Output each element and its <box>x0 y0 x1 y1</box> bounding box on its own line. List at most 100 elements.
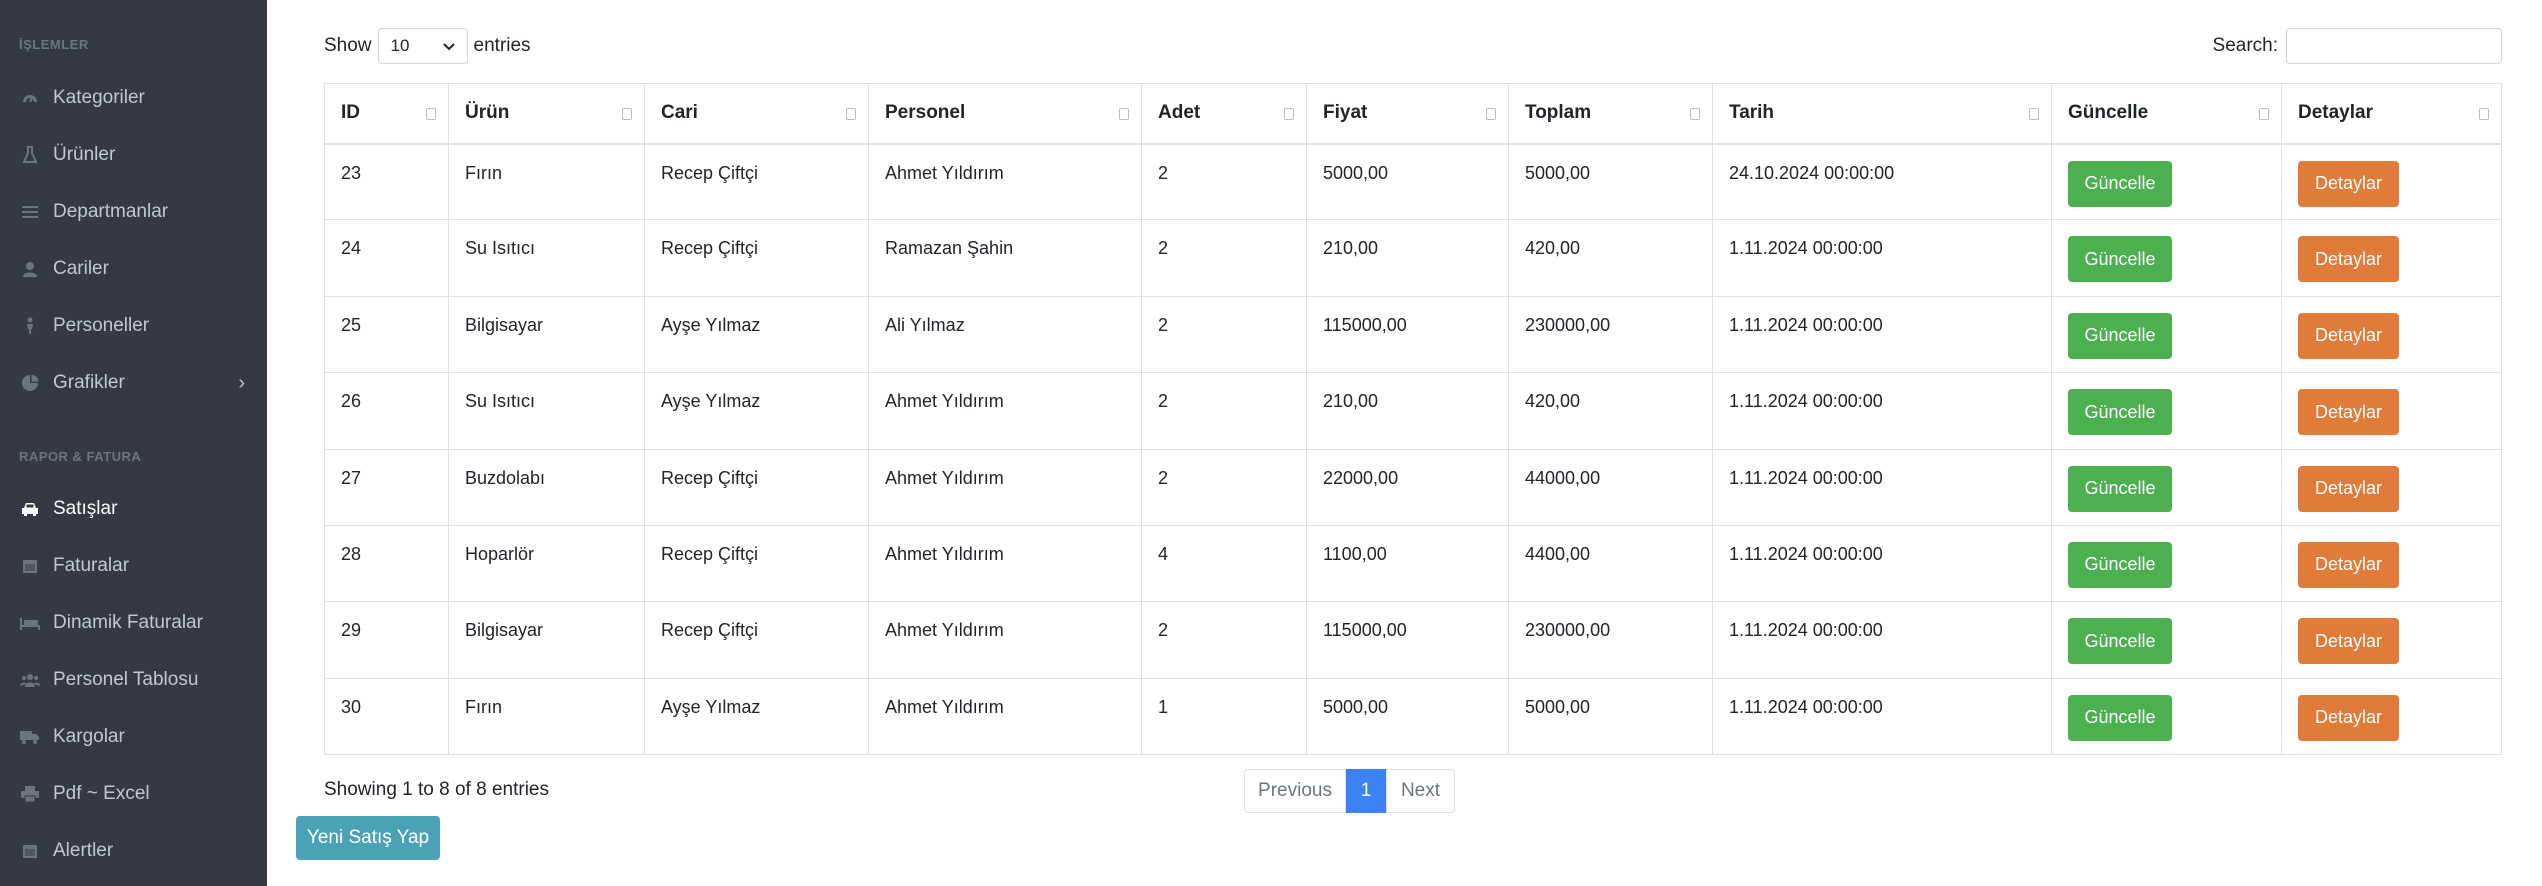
cell-detaylar: Detaylar <box>2281 601 2502 679</box>
sidebar-item-departmanlar[interactable]: Departmanlar <box>0 187 267 237</box>
dashboard-icon <box>19 87 41 109</box>
cell-detaylar: Detaylar <box>2281 448 2502 526</box>
search-input[interactable] <box>2286 28 2502 64</box>
details-button[interactable]: Detaylar <box>2298 465 2399 512</box>
sort-icon <box>2029 108 2039 120</box>
sort-icon <box>1284 108 1294 120</box>
cell-cari: Recep Çiftçi <box>644 448 869 526</box>
person-icon <box>19 315 41 337</box>
sort-icon <box>2259 108 2269 120</box>
column-header-urun[interactable]: Ürün <box>448 83 645 145</box>
details-button[interactable]: Detaylar <box>2298 541 2399 588</box>
cell-guncelle: Güncelle <box>2051 142 2282 221</box>
update-button[interactable]: Güncelle <box>2068 389 2172 436</box>
cell-guncelle: Güncelle <box>2051 601 2282 679</box>
sidebar-item-cariler[interactable]: Cariler <box>0 244 267 294</box>
column-header-tarih[interactable]: Tarih <box>1712 83 2052 145</box>
cell-id: 26 <box>324 372 449 450</box>
entries-label: entries <box>473 35 531 56</box>
column-header-adet[interactable]: Adet <box>1141 83 1307 145</box>
next-page-button[interactable]: Next <box>1386 769 1455 813</box>
table-info: Showing 1 to 8 of 8 entries <box>324 779 549 800</box>
table-header-row: ID Ürün Cari Personel Adet Fiyat Toplam … <box>324 83 2502 145</box>
cell-cari: Recep Çiftçi <box>644 524 869 603</box>
sidebar-item-label: Grafikler <box>53 372 125 393</box>
page-1-button[interactable]: 1 <box>1346 769 1386 813</box>
show-entries: Show 10 entries <box>324 28 531 64</box>
sidebar-item-label: Pdf ~ Excel <box>53 783 150 804</box>
cell-id: 25 <box>324 295 449 374</box>
sort-icon <box>2479 108 2489 120</box>
pie-chart-icon <box>19 372 41 394</box>
column-header-cari[interactable]: Cari <box>644 83 869 145</box>
column-header-label: Toplam <box>1525 102 1592 124</box>
column-header-fiyat[interactable]: Fiyat <box>1306 83 1509 145</box>
sidebar-item-label: Dinamik Faturalar <box>53 612 203 633</box>
column-header-id[interactable]: ID <box>324 83 449 145</box>
cell-detaylar: Detaylar <box>2281 524 2502 603</box>
cell-urun: Bilgisayar <box>448 295 645 374</box>
pagination: Previous 1 Next <box>1244 769 1455 813</box>
sidebar-item-urunler[interactable]: Ürünler <box>0 130 267 180</box>
column-header-guncelle[interactable]: Güncelle <box>2051 83 2282 145</box>
bed-icon <box>19 612 41 634</box>
update-button[interactable]: Güncelle <box>2068 618 2172 665</box>
details-button[interactable]: Detaylar <box>2298 389 2399 436</box>
column-header-toplam[interactable]: Toplam <box>1508 83 1713 145</box>
update-button[interactable]: Güncelle <box>2068 160 2172 207</box>
cell-id: 23 <box>324 142 449 221</box>
sidebar-item-kargolar[interactable]: Kargolar <box>0 712 267 762</box>
cell-adet: 1 <box>1141 677 1307 756</box>
sidebar-item-kategoriler[interactable]: Kategoriler <box>0 73 267 123</box>
sidebar-item-dinamik-faturalar[interactable]: Dinamik Faturalar <box>0 598 267 648</box>
column-header-label: Ürün <box>465 102 510 124</box>
cell-cari: Ayşe Yılmaz <box>644 677 869 756</box>
sidebar-item-alertler[interactable]: Alertler <box>0 826 267 876</box>
sidebar-item-pdf-excel[interactable]: Pdf ~ Excel <box>0 769 267 819</box>
entries-select-value: 10 <box>390 36 410 55</box>
entries-select[interactable]: 10 <box>377 28 468 64</box>
column-header-personel[interactable]: Personel <box>868 83 1142 145</box>
sidebar-item-personel-tablosu[interactable]: Personel Tablosu <box>0 655 267 705</box>
sidebar-item-satislar[interactable]: Satışlar <box>0 484 267 534</box>
cell-guncelle: Güncelle <box>2051 524 2282 603</box>
cell-cari: Ayşe Yılmaz <box>644 295 869 374</box>
update-button[interactable]: Güncelle <box>2068 312 2172 359</box>
new-sale-button[interactable]: Yeni Satış Yap <box>296 816 440 860</box>
update-button[interactable]: Güncelle <box>2068 694 2172 741</box>
sidebar-item-label: Alertler <box>53 840 114 861</box>
details-button[interactable]: Detaylar <box>2298 618 2399 665</box>
cell-cari: Recep Çiftçi <box>644 219 869 297</box>
cell-personel: Ahmet Yıldırım <box>868 677 1142 756</box>
details-button[interactable]: Detaylar <box>2298 236 2399 283</box>
update-button[interactable]: Güncelle <box>2068 236 2172 283</box>
cell-cari: Recep Çiftçi <box>644 601 869 679</box>
chevron-down-icon <box>442 36 455 56</box>
details-button[interactable]: Detaylar <box>2298 694 2399 741</box>
cell-personel: Ahmet Yıldırım <box>868 448 1142 526</box>
cell-tarih: 1.11.2024 00:00:00 <box>1712 219 2052 297</box>
sidebar-item-label: Departmanlar <box>53 201 169 222</box>
cell-adet: 4 <box>1141 524 1307 603</box>
sidebar-item-personeller[interactable]: Personeller <box>0 301 267 351</box>
sidebar-item-faturalar[interactable]: Faturalar <box>0 541 267 591</box>
cell-fiyat: 5000,00 <box>1306 142 1509 221</box>
cell-fiyat: 5000,00 <box>1306 677 1509 756</box>
user-icon <box>19 258 41 280</box>
cell-urun: Bilgisayar <box>448 601 645 679</box>
sidebar-section-rapor-fatura: RAPOR & FATURA <box>19 449 142 464</box>
list-icon <box>19 201 41 223</box>
details-button[interactable]: Detaylar <box>2298 312 2399 359</box>
sidebar-item-label: Faturalar <box>53 555 130 576</box>
search-label: Search: <box>2212 35 2278 56</box>
column-header-label: Fiyat <box>1323 102 1368 124</box>
previous-page-button[interactable]: Previous <box>1244 769 1346 813</box>
update-button[interactable]: Güncelle <box>2068 541 2172 588</box>
sidebar-item-grafikler[interactable]: Grafikler › <box>0 358 267 408</box>
update-button[interactable]: Güncelle <box>2068 465 2172 512</box>
details-button[interactable]: Detaylar <box>2298 160 2399 207</box>
cell-detaylar: Detaylar <box>2281 295 2502 374</box>
cell-detaylar: Detaylar <box>2281 142 2502 221</box>
column-header-detaylar[interactable]: Detaylar <box>2281 83 2502 145</box>
cell-personel: Ahmet Yıldırım <box>868 142 1142 221</box>
